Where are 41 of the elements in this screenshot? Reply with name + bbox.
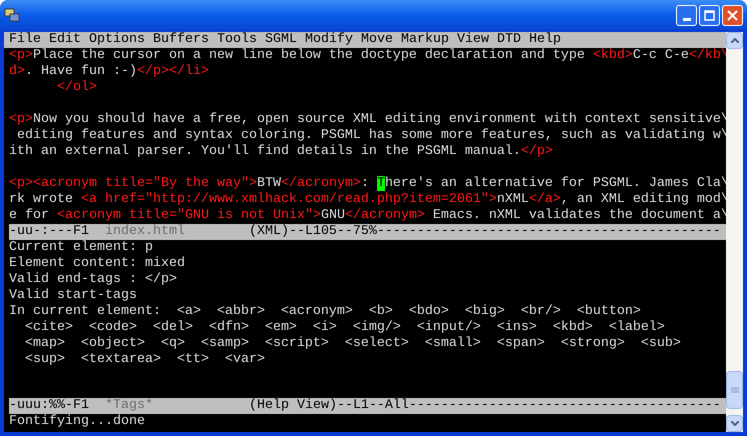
scroll-up-button[interactable]	[726, 32, 743, 49]
caret-up-icon	[730, 38, 738, 43]
maximize-button[interactable]	[699, 4, 720, 26]
minibuffer-message: Fontifying...done	[9, 414, 145, 430]
code-line: <p>Now you should have a free, open source XML editing environment with context sensitive\	[9, 112, 729, 128]
help-line: Current element: p	[9, 240, 153, 256]
app-icon	[4, 7, 20, 23]
minimize-button[interactable]	[676, 4, 697, 26]
minimize-icon	[682, 18, 690, 20]
help-line: <map> <object> <q> <samp> <script> <select> <small> <span> <strong> <sub>	[24, 336, 681, 352]
menu-item[interactable]: View	[457, 32, 489, 48]
code-line: ith an external parser. You'll find details in the PSGML manual.</p>	[9, 144, 553, 160]
help-line: Valid start-tags	[9, 288, 137, 304]
help-line: <cite> <code> <del> <dfn> <em> <i> <img/> <input/> <ins> <kbd> <label>	[24, 320, 665, 336]
menu-item[interactable]: Move	[361, 32, 393, 48]
help-line: In current element: <a> <abbr> <acronym> <b> <bdo> <big> <br/> <button>	[9, 304, 641, 320]
code-line: </ol>	[56, 80, 97, 96]
caret-down-icon	[730, 421, 738, 426]
code-line: d>. Have fun :-)</p></li>	[9, 64, 209, 80]
scrollbar[interactable]	[726, 32, 743, 432]
code-line: rk wrote <a href="http://www.xmlhack.com/read.php?item=2061">nXML</a>, an XML editing mod\	[9, 192, 729, 208]
help-line: <sup> <textarea> <tt> <var>	[24, 352, 265, 368]
help-line: Valid end-tags : </p>	[9, 272, 177, 288]
menu-item[interactable]: Buffers	[153, 32, 209, 48]
help-line: Element content: mixed	[9, 256, 185, 272]
menu-item[interactable]: File	[9, 32, 41, 48]
maximize-icon	[704, 10, 715, 20]
scroll-down-button[interactable]	[726, 415, 743, 432]
menu-item[interactable]: Tools	[217, 32, 257, 48]
menu-item[interactable]: Markup	[401, 32, 449, 48]
menu-item[interactable]: Edit	[49, 32, 81, 48]
menu-item[interactable]: SGML	[265, 32, 297, 48]
grip-icon	[730, 386, 738, 394]
menu-item[interactable]: Modify	[305, 32, 353, 48]
menu-item[interactable]: Help	[529, 32, 561, 48]
scroll-thumb[interactable]	[726, 371, 743, 409]
close-icon	[727, 10, 738, 20]
menu-item[interactable]: DTD	[497, 32, 521, 48]
code-line: <p>Place the cursor on a new line below the doctype declaration and type <kbd>C-c C-e</kb\	[9, 48, 729, 64]
close-button[interactable]	[722, 4, 743, 26]
menu-item[interactable]: Options	[89, 32, 145, 48]
